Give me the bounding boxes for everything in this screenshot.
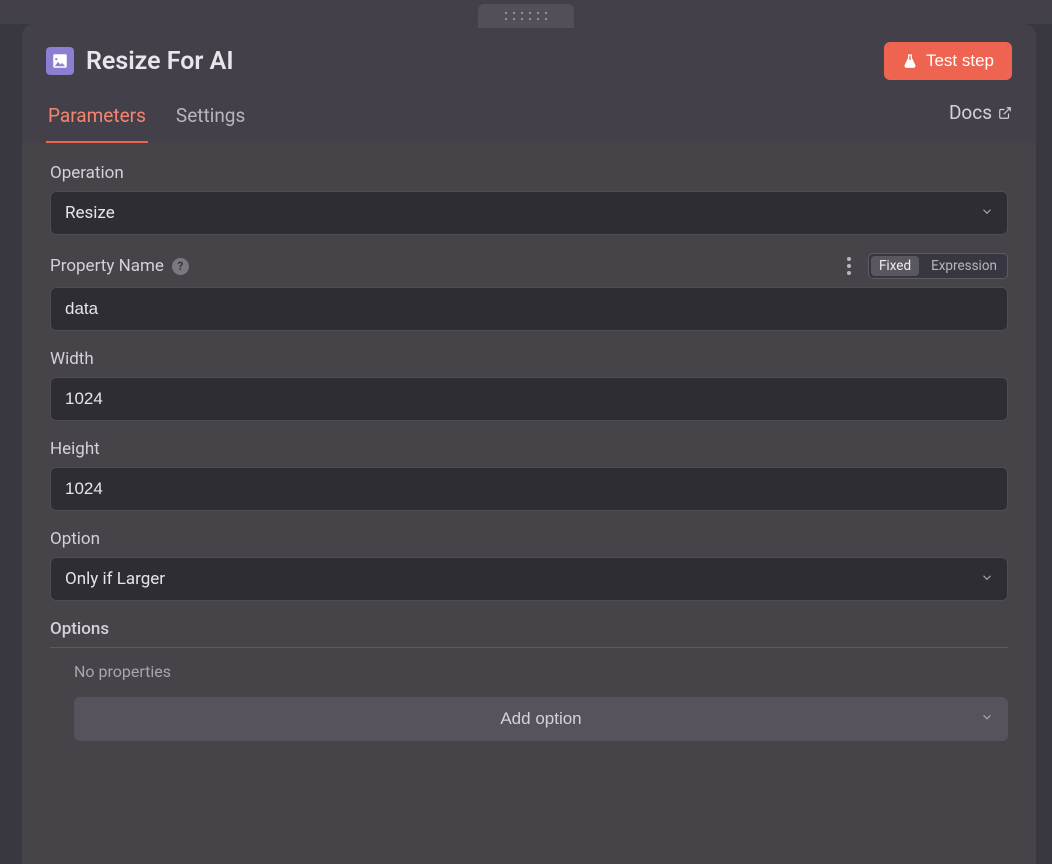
chevron-down-icon: [980, 709, 994, 729]
option-label: Option: [50, 529, 100, 549]
tab-settings[interactable]: Settings: [174, 94, 247, 143]
node-config-panel: Resize For AI Test step Parameters Setti…: [22, 24, 1036, 864]
panel-header: Resize For AI Test step Parameters Setti…: [22, 24, 1036, 143]
docs-link[interactable]: Docs: [949, 101, 1012, 136]
panel-body: Operation Resize Property Name ?: [22, 143, 1036, 864]
node-title[interactable]: Resize For AI: [86, 47, 234, 76]
operation-label: Operation: [50, 163, 124, 183]
field-menu-button[interactable]: [840, 257, 858, 275]
width-input[interactable]: [50, 377, 1008, 421]
toggle-expression[interactable]: Expression: [921, 254, 1007, 278]
drag-dots-icon: [505, 12, 547, 20]
property-name-input[interactable]: [50, 287, 1008, 331]
help-icon[interactable]: ?: [172, 258, 189, 275]
option-select[interactable]: Only if Larger: [50, 557, 1008, 601]
flask-icon: [902, 53, 918, 69]
add-option-button[interactable]: Add option: [74, 697, 1008, 741]
options-section-label: Options: [50, 619, 1008, 648]
tab-parameters[interactable]: Parameters: [46, 94, 148, 143]
height-label: Height: [50, 439, 100, 459]
no-properties-text: No properties: [74, 662, 1008, 681]
toggle-fixed[interactable]: Fixed: [871, 256, 919, 276]
external-link-icon: [998, 106, 1012, 120]
panel-drag-handle[interactable]: [478, 4, 574, 28]
fixed-expression-toggle: Fixed Expression: [868, 253, 1008, 279]
test-step-button[interactable]: Test step: [884, 42, 1012, 80]
width-label: Width: [50, 349, 94, 369]
operation-select[interactable]: Resize: [50, 191, 1008, 235]
image-node-icon: [46, 47, 74, 75]
height-input[interactable]: [50, 467, 1008, 511]
property-name-label: Property Name ?: [50, 256, 189, 276]
